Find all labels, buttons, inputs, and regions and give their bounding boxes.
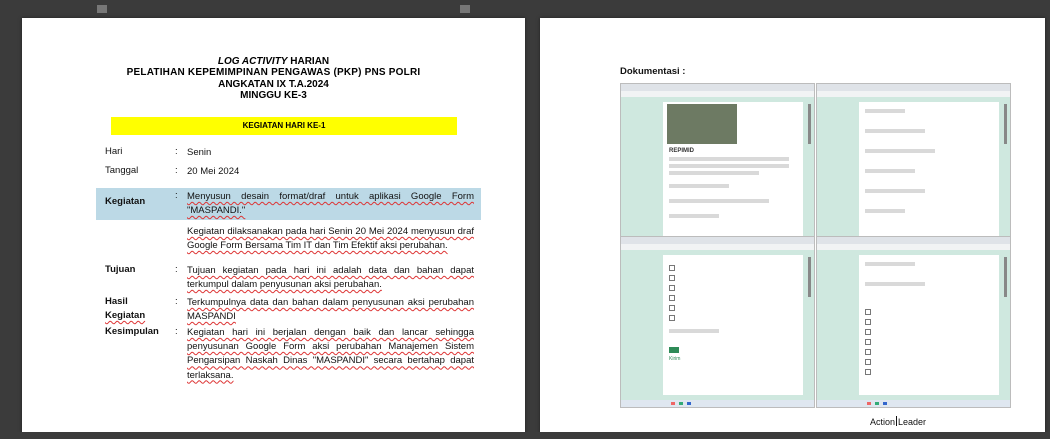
form-text-line [669, 329, 719, 333]
scrollbar [1004, 257, 1007, 297]
taskbar-app-icon [867, 402, 871, 405]
leader-text: Leader [898, 417, 927, 427]
colon: : [175, 190, 178, 201]
form-checkbox [865, 349, 871, 355]
scrollbar [1004, 104, 1007, 144]
taskbar-app-icon [883, 402, 887, 405]
form-checkbox [865, 359, 871, 365]
browser-tab-bar [621, 84, 814, 91]
form-text-line [669, 199, 769, 203]
browser-address-bar [817, 244, 1010, 250]
browser-address-bar [817, 91, 1010, 97]
form-checkbox [669, 275, 675, 281]
text-cursor [896, 416, 898, 426]
browser-tab-bar [817, 84, 1010, 91]
form-text-line [865, 282, 925, 286]
scrollbar [808, 104, 811, 144]
label-hasil: Hasil [105, 296, 128, 307]
viewer-top-bar [0, 0, 1050, 20]
documentation-label: Dokumentasi : [620, 66, 686, 77]
taskbar-app-icon [671, 402, 675, 405]
form-checkbox [669, 305, 675, 311]
day-banner: KEGIATAN HARI KE-1 [111, 117, 457, 135]
label-hasil-kegiatan: Kegiatan [105, 310, 146, 321]
value-hari: Senin [187, 147, 212, 158]
form-checkbox [669, 295, 675, 301]
form-text-line [669, 214, 719, 218]
form-submit-label: Kirim [669, 356, 681, 362]
form-text-line [865, 129, 925, 133]
form-checkbox [669, 285, 675, 291]
form-submit-button [669, 347, 679, 353]
form-checkbox [865, 319, 871, 325]
log-title-rest: HARIAN [287, 56, 330, 67]
browser-tab-bar [817, 237, 1010, 244]
documentation-screenshot-1: REPIMID [620, 83, 815, 255]
documentation-screenshot-3: Kirim [620, 236, 815, 408]
form-text-line [865, 169, 915, 173]
form-title: REPIMID [669, 148, 695, 154]
form-text-line [865, 109, 905, 113]
form-text-line [865, 149, 935, 153]
colon: : [175, 146, 178, 157]
taskbar-app-icon [875, 402, 879, 405]
browser-address-bar [621, 244, 814, 250]
taskbar-app-icon [687, 402, 691, 405]
colon: : [175, 165, 178, 176]
form-checkbox [669, 315, 675, 321]
taskbar [817, 400, 1010, 407]
form-checkbox [865, 309, 871, 315]
form-text-line [669, 157, 789, 161]
form-text-line [669, 171, 759, 175]
label-kesimpulan: Kesimpulan [105, 326, 159, 337]
form-text-line [669, 184, 729, 188]
documentation-screenshot-2 [816, 83, 1011, 255]
taskbar-app-icon [679, 402, 683, 405]
taskbar [621, 400, 814, 407]
form-text-line [865, 189, 925, 193]
form-header-image [667, 104, 737, 144]
form-text-line [865, 262, 915, 266]
action-leader-label: Action Leader [870, 416, 926, 427]
value-kegiatan: Menyusun desain format/draf untuk aplika… [187, 191, 474, 217]
label-kegiatan: Kegiatan [105, 196, 146, 207]
value-kesimpulan: Kegiatan hari ini berjalan dengan baik d… [187, 327, 474, 381]
document-page-2: Dokumentasi : REPIMID Kirim Action Leade… [540, 18, 1045, 434]
browser-tab-bar [621, 237, 814, 244]
google-form-preview [663, 255, 803, 395]
log-title-italic: LOG ACTIVITY [217, 56, 288, 67]
label-hari: Hari [105, 146, 123, 157]
value-tujuan: Tujuan kegiatan pada hari ini adalah dat… [187, 265, 474, 291]
value-hasil: Terkumpulnya data dan bahan dalam penyus… [187, 297, 474, 323]
label-tujuan: Tujuan [105, 264, 136, 275]
colon: : [175, 326, 178, 337]
label-tanggal: Tanggal [105, 165, 139, 176]
program-title: PELATIHAN KEPEMIMPINAN PENGAWAS (PKP) PN… [126, 67, 421, 78]
kegiatan-detail: Kegiatan dilaksanakan pada hari Senin 20… [187, 226, 474, 252]
value-tanggal: 20 Mei 2024 [187, 166, 240, 177]
document-page-1: LOG ACTIVITY HARIAN PELATIHAN KEPEMIMPIN… [22, 18, 525, 434]
browser-address-bar [621, 91, 814, 97]
colon: : [175, 264, 178, 275]
form-checkbox [865, 369, 871, 375]
form-text-line [865, 209, 905, 213]
ruler-marker [460, 5, 470, 13]
form-checkbox [669, 265, 675, 271]
scrollbar [808, 257, 811, 297]
ruler-marker [97, 5, 107, 13]
week-title: MINGGU KE-3 [240, 90, 307, 101]
viewer-status-bar [0, 432, 1050, 439]
documentation-screenshot-4 [816, 236, 1011, 408]
batch-title: ANGKATAN IX T.A.2024 [218, 79, 329, 90]
google-form-preview [859, 255, 999, 395]
form-checkbox [865, 329, 871, 335]
log-title: LOG ACTIVITY HARIAN [22, 56, 525, 67]
form-checkbox [865, 339, 871, 345]
form-text-line [669, 164, 789, 168]
colon: : [175, 296, 178, 307]
action-text: Action [870, 417, 896, 427]
